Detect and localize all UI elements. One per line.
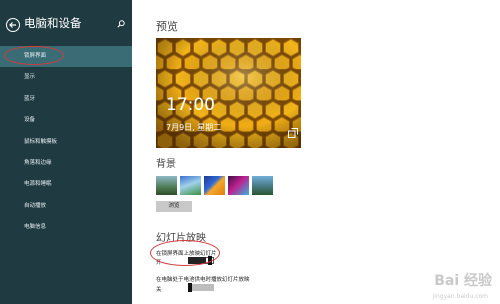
watermark-logo: Bai 经验 <box>434 273 492 289</box>
background-thumbnail[interactable] <box>156 176 177 195</box>
background-thumbnails <box>156 176 273 195</box>
preview-date: 7月9日, 星期二 <box>166 123 222 132</box>
battery-slideshow-option-label: 在电脑处于电池供电时播放幻灯片放映 <box>156 277 250 283</box>
background-thumbnail[interactable] <box>252 176 273 195</box>
sidebar-nav: 锁屏界面 显示 蓝牙 设备 鼠标和触摸板 角落和边缘 电源和睡眠 自动播放 电脑… <box>0 46 132 239</box>
sidebar-item-label: 蓝牙 <box>24 95 36 102</box>
back-arrow-icon[interactable] <box>6 18 20 32</box>
sidebar-item-label: 设备 <box>24 117 36 124</box>
background-thumbnail[interactable] <box>228 176 249 195</box>
highlight-ellipse <box>4 46 64 65</box>
background-thumbnail[interactable] <box>204 176 225 195</box>
sidebar-item-autoplay[interactable]: 自动播放 <box>0 196 132 217</box>
sidebar-item-devices[interactable]: 设备 <box>0 110 132 131</box>
sidebar-item-corners-edges[interactable]: 角落和边缘 <box>0 153 132 174</box>
background-thumbnail[interactable] <box>180 176 201 195</box>
sidebar-item-label: 电脑信息 <box>24 224 47 231</box>
sidebar-item-bluetooth[interactable]: 蓝牙 <box>0 89 132 110</box>
sidebar-item-display[interactable]: 显示 <box>0 67 132 88</box>
lock-screen-preview: 17:00 7月9日, 星期二 <box>156 38 301 148</box>
background-heading: 背景 <box>156 159 176 170</box>
preview-heading: 预览 <box>156 20 178 33</box>
battery-slideshow-option-state: 关 <box>156 287 162 293</box>
toggle-thumb <box>188 283 192 292</box>
sidebar-item-pc-info[interactable]: 电脑信息 <box>0 217 132 238</box>
battery-slideshow-toggle[interactable] <box>188 283 214 292</box>
expand-icon[interactable] <box>288 128 298 138</box>
watermark-url: jingyan.baidu.com <box>432 293 488 300</box>
sidebar-item-label: 鼠标和触摸板 <box>24 138 58 145</box>
sidebar: 电脑和设备 锁屏界面 显示 蓝牙 设备 鼠标和触摸板 角落和边缘 电源和睡眠 自… <box>0 0 132 304</box>
sidebar-title: 电脑和设备 <box>24 16 82 30</box>
sidebar-item-mouse-touchpad[interactable]: 鼠标和触摸板 <box>0 132 132 153</box>
sidebar-item-label: 显示 <box>24 74 36 81</box>
sidebar-item-label: 电源和睡眠 <box>24 181 52 188</box>
sidebar-item-label: 角落和边缘 <box>24 159 52 166</box>
highlight-ellipse <box>150 240 220 266</box>
preview-clock: 17:00 <box>166 95 215 115</box>
main-panel: 预览 17:00 7月9日, 星期二 背景 浏览 幻灯片放映 在锁屏界面上放映幻… <box>132 0 500 304</box>
browse-button[interactable]: 浏览 <box>156 201 192 212</box>
search-icon[interactable] <box>117 20 125 28</box>
sidebar-item-label: 自动播放 <box>24 202 47 209</box>
sidebar-item-power-sleep[interactable]: 电源和睡眠 <box>0 174 132 195</box>
